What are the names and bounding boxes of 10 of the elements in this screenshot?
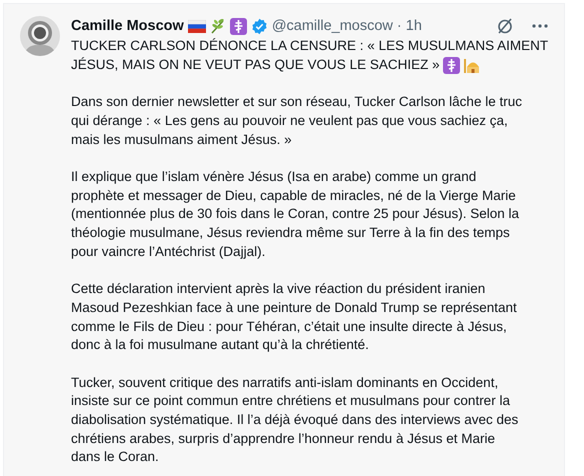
post-paragraph: Il explique que l’islam vénère Jésus (Isa en arabe) comme un grand prophète et messager de Dieu, capable de miracles, né de la Vierge Marie (mentionnée plus de 30 fois dans le Coran, contre 25 pour Jésus). Selon la théologie musulmane, Jésus reviendra même sur Terre à la fin des temps pour vaincre l’Antéchrist (Dajjal). (71, 168, 520, 261)
post-title-line: JÉSUS, MAIS ON NE VEUT PAS QUE VOUS LE SACHIEZ » (71, 56, 440, 74)
post-paragraph: Cette déclaration intervient après la vive réaction du président iranien Masoud Pezeshkian face à une peinture de Donald Trump se représentant comme le Fils de Dieu : pour Téhéran, c’était une insulte directe à Jésus, donc à la foi musulmane autant qu’à la chrétienté. (71, 280, 518, 354)
post-title-line: TUCKER CARLSON DÉNONCE LA CENSURE : « LES MUSULMANS AIMENT (71, 37, 548, 55)
post-paragraph: Dans son dernier newsletter et sur son réseau, Tucker Carlson lâche le truc qui dérange : « Les gens au pouvoir ne veulent pas que vous sachiez ça, mais les musulmans aiment Jésus. » (71, 93, 523, 148)
author-handle[interactable]: @camille_moscow (272, 18, 393, 34)
separator: · (396, 18, 402, 34)
author-name[interactable]: Camille Moscow (71, 18, 184, 34)
post-paragraph: Tucker, souvent critique des narratifs anti-islam dominants en Occident, insiste sur ce point commun entre chrétiens et musulmans pour contrer la diabolisation systématique. Il l’a déjà évoqué dans des interviews avec des chrétiens arabes, surpris d’apprendre l’honneur rendu à Jésus et Marie dans le Coran. (71, 374, 520, 466)
post-time[interactable]: 1h (406, 18, 422, 34)
